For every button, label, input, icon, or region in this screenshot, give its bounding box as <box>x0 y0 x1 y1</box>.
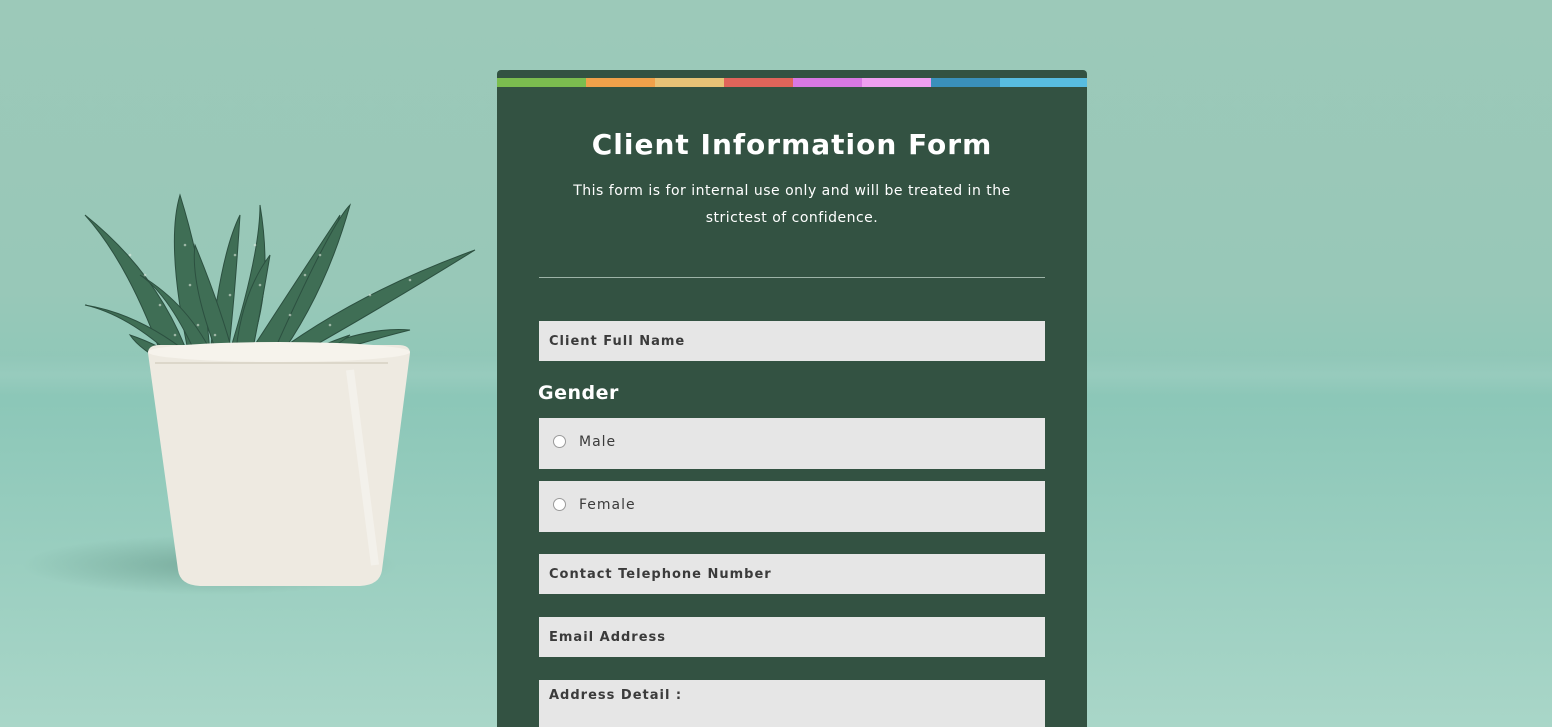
accent-stripe <box>497 78 586 87</box>
email-address-input[interactable] <box>539 617 1045 657</box>
contact-telephone-input[interactable] <box>539 554 1045 594</box>
gender-option-label: Male <box>579 434 617 450</box>
gender-option-label: Female <box>579 497 636 513</box>
accent-stripe <box>724 78 793 87</box>
radio-button[interactable] <box>553 498 566 511</box>
accent-stripe <box>586 78 655 87</box>
accent-stripe <box>931 78 1000 87</box>
gender-option-male[interactable]: Male <box>539 418 1045 469</box>
accent-stripe <box>1000 78 1087 87</box>
succulent-plant-icon <box>84 193 476 586</box>
form-title: Client Information Form <box>591 128 993 161</box>
radio-button[interactable] <box>553 435 566 448</box>
accent-stripe <box>655 78 724 87</box>
address-detail-textarea[interactable] <box>539 680 1045 727</box>
section-divider <box>539 277 1045 278</box>
client-full-name-input[interactable] <box>539 321 1045 361</box>
gender-label: Gender <box>538 382 619 404</box>
accent-stripe <box>793 78 862 87</box>
accent-stripe <box>862 78 931 87</box>
form-subtitle: This form is for internal use only and w… <box>573 183 1011 226</box>
client-information-form: Client Information Form This form is for… <box>497 70 1087 727</box>
accent-color-bar <box>497 78 1087 87</box>
gender-option-female[interactable]: Female <box>539 481 1045 532</box>
